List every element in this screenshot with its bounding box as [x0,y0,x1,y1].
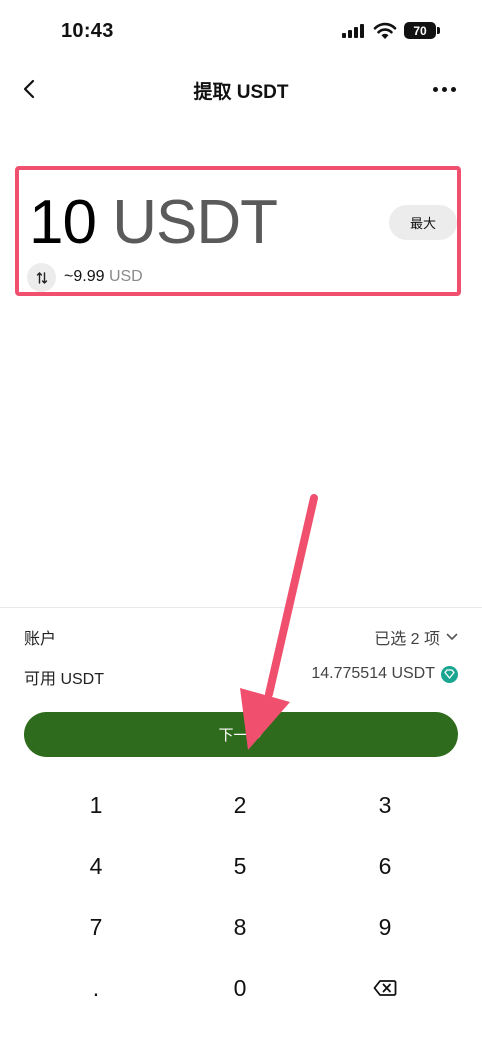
account-selected-count: 已选 2 项 [374,631,440,648]
converted-unit: USD [108,268,143,285]
amount-unit: USDT [112,188,278,257]
available-balance: 14.775514 USDT [311,665,435,682]
dot-icon [432,86,438,92]
key-6[interactable]: 6 [305,836,465,896]
numeric-keypad: 1 2 3 4 5 6 7 8 9 . 0 [0,775,482,1020]
swap-currency-button[interactable] [27,263,56,292]
key-4[interactable]: 4 [16,836,176,896]
key-2[interactable]: 2 [160,775,320,835]
key-0[interactable]: 0 [160,958,320,1018]
gem-badge-icon [441,665,458,683]
backspace-icon [373,980,397,996]
backspace-key[interactable] [305,958,465,1018]
more-options-button[interactable] [428,76,460,102]
account-label: 账户 [24,631,57,648]
converted-value: ~9.99 [64,268,105,285]
amount-input-area[interactable]: 10 USDT 最大 ~9.99 USD [15,166,461,296]
wifi-icon [373,22,397,39]
next-step-button[interactable]: 下一步 [24,712,458,757]
page-title: 提取 USDT [193,82,289,103]
available-balance-row: 可用 USDT 14.775514 USDT [24,662,458,688]
divider [0,607,482,608]
key-8[interactable]: 8 [160,897,320,957]
key-5[interactable]: 5 [160,836,320,896]
status-bar: 10:43 70 [0,0,482,64]
cellular-signal-icon [342,24,364,38]
amount-display[interactable]: 10 USDT [29,188,278,258]
status-time: 10:43 [61,20,114,42]
amount-value: 10 [29,188,97,257]
key-9[interactable]: 9 [305,897,465,957]
battery-level: 70 [413,23,427,38]
key-7[interactable]: 7 [16,897,176,957]
nav-bar: 提取 USDT [0,64,482,114]
swap-arrows-icon [36,271,47,284]
converted-amount: ~9.99 USD [64,268,143,286]
key-3[interactable]: 3 [305,775,465,835]
account-selector[interactable]: 账户 已选 2 项 [24,622,458,648]
chevron-down-icon [446,633,458,640]
max-button[interactable]: 最大 [389,205,457,240]
dot-icon [450,86,456,92]
key-1[interactable]: 1 [16,775,176,835]
battery-icon: 70 [404,22,440,39]
dot-icon [441,86,447,92]
key-decimal[interactable]: . [16,958,176,1018]
available-label: 可用 USDT [24,671,105,688]
